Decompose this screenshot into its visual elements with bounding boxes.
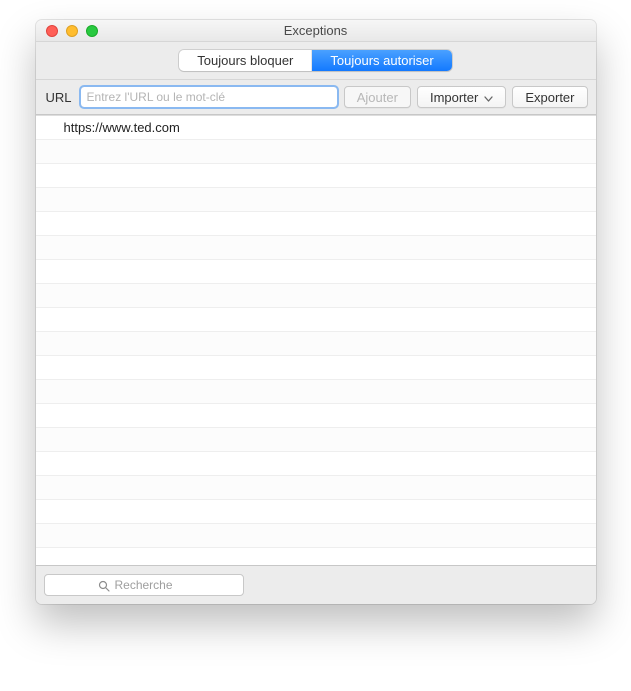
url-label: URL [44,90,74,105]
url-input[interactable] [80,86,338,108]
list-item-empty [36,236,596,260]
export-button[interactable]: Exporter [512,86,587,108]
list-item-empty [36,164,596,188]
list-item-empty [36,524,596,548]
list-item-empty [36,404,596,428]
list-item-empty [36,140,596,164]
list-item-empty [36,500,596,524]
list-item[interactable]: https://www.ted.com [36,116,596,140]
url-toolbar: URL Ajouter Importer Exporter [36,80,596,115]
list-item-empty [36,260,596,284]
tab-always-block[interactable]: Toujours bloquer [179,50,312,71]
footer [36,565,596,604]
exceptions-window: Exceptions Toujours bloquer Toujours aut… [36,20,596,604]
maximize-window-button[interactable] [86,25,98,37]
list-item-empty [36,548,596,565]
list-item-empty [36,308,596,332]
list-item-empty [36,380,596,404]
segmented-control: Toujours bloquer Toujours autoriser [179,50,451,71]
tab-bar: Toujours bloquer Toujours autoriser [36,42,596,80]
chevron-down-icon [484,90,493,105]
list-item-empty [36,332,596,356]
url-list[interactable]: https://www.ted.com [36,115,596,565]
search-input[interactable] [44,574,244,596]
list-item-empty [36,212,596,236]
add-button[interactable]: Ajouter [344,86,411,108]
minimize-window-button[interactable] [66,25,78,37]
window-title: Exceptions [36,23,596,38]
list-item-empty [36,284,596,308]
tab-always-allow[interactable]: Toujours autoriser [312,50,451,71]
list-item-empty [36,188,596,212]
titlebar: Exceptions [36,20,596,42]
import-button[interactable]: Importer [417,86,506,108]
traffic-lights [46,25,98,37]
list-item-url: https://www.ted.com [64,120,180,135]
list-item-empty [36,428,596,452]
list-item-empty [36,452,596,476]
list-item-empty [36,356,596,380]
close-window-button[interactable] [46,25,58,37]
search-wrap [44,574,244,596]
import-button-label: Importer [430,90,478,105]
list-item-empty [36,476,596,500]
